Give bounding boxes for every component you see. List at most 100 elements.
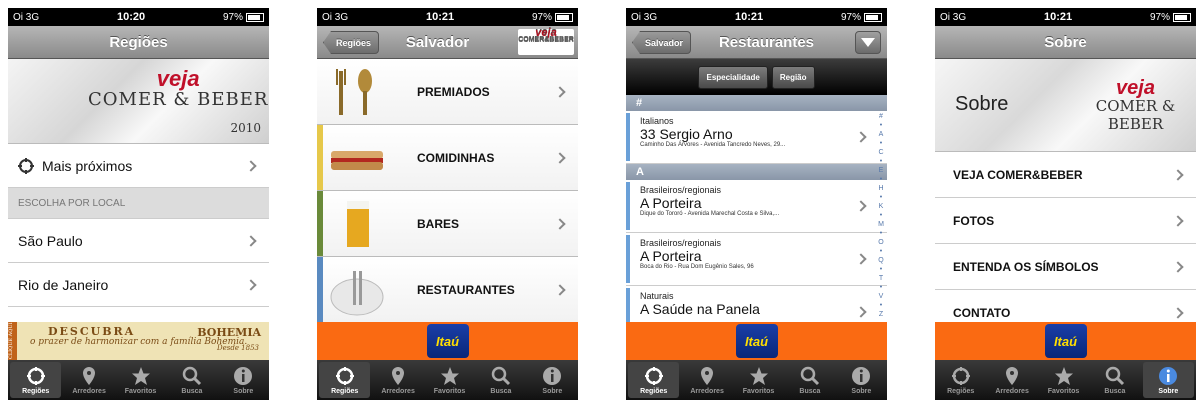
category-row[interactable]: PREMIADOS — [317, 59, 578, 125]
back-button[interactable]: Salvador — [632, 31, 692, 54]
segmented-control: Especialidade Região — [626, 59, 887, 95]
restaurant-row[interactable]: Brasileiros/regionais A Porteira Dique d… — [626, 180, 887, 233]
tab-favoritos[interactable]: Favoritos — [115, 360, 166, 400]
tab-bar: Regiões Arredores Favoritos Busca Sobre — [8, 360, 269, 400]
index-letter[interactable]: O — [876, 238, 886, 247]
index-letter[interactable]: • — [876, 283, 886, 292]
carrier-label: Oi 3G — [631, 11, 658, 23]
restaurant-name: A Porteira — [640, 195, 702, 211]
index-letter[interactable]: T — [876, 274, 886, 283]
veja-comer-beber-logo: veja COMER & BEBER — [88, 66, 269, 111]
category-color-stripe — [317, 257, 323, 322]
restaurant-address: Boca do Rio - Rua Dom Eugênio Sales, 96 — [640, 264, 754, 270]
index-letter[interactable]: M — [876, 220, 886, 229]
chevron-right-icon — [245, 278, 257, 291]
index-letter[interactable]: • — [876, 247, 886, 256]
index-letter[interactable]: • — [876, 265, 886, 274]
index-letter[interactable]: • — [876, 301, 886, 310]
nav-bar: Sobre — [935, 26, 1196, 59]
tab-regioes[interactable]: Regiões — [10, 362, 62, 398]
tab-regioes[interactable]: Regiões — [319, 362, 371, 398]
restaurant-row[interactable]: Italianos 33 Sergio Arno Caminho Das Árv… — [626, 111, 887, 164]
crosshair-icon — [26, 366, 45, 385]
info-icon — [852, 366, 871, 385]
index-letter[interactable]: • — [876, 211, 886, 220]
tab-sobre[interactable]: Sobre — [1142, 362, 1195, 398]
restaurant-category: Italianos — [640, 116, 674, 126]
nav-bar: Regiões — [8, 26, 269, 59]
page-title: Sobre — [1044, 33, 1087, 51]
nearby-row[interactable]: Mais próximos — [8, 144, 269, 188]
ad-since: Desde 1853 — [216, 344, 259, 352]
crosshair-icon — [951, 366, 970, 385]
sobre-item[interactable]: FOTOS — [935, 198, 1196, 244]
place-row[interactable]: São Paulo — [8, 219, 269, 263]
index-letter[interactable]: V — [876, 292, 886, 301]
category-color-stripe — [317, 125, 323, 190]
tab-arredores[interactable]: Arredores — [372, 360, 423, 400]
itau-logo: Itaú — [426, 324, 469, 358]
back-button[interactable]: Regiões — [323, 31, 380, 54]
place-row[interactable]: Rio de Janeiro — [8, 263, 269, 307]
index-letter[interactable]: • — [876, 121, 886, 130]
restaurant-category: Naturais — [640, 291, 674, 301]
tab-bar: Regiões Arredores Favoritos Busca Sobre — [935, 360, 1196, 400]
section-header: # — [626, 95, 887, 111]
tab-sobre[interactable]: Sobre — [836, 360, 887, 400]
tab-arredores[interactable]: Arredores — [986, 360, 1037, 400]
tab-arredores[interactable]: Arredores — [63, 360, 114, 400]
index-letter[interactable]: C — [876, 148, 886, 157]
sobre-item[interactable]: VEJA COMER&BEBER — [935, 152, 1196, 198]
index-letter[interactable]: E — [876, 166, 886, 175]
category-row[interactable]: BARES — [317, 191, 578, 257]
index-letter[interactable]: Q — [876, 256, 886, 265]
restaurant-row[interactable]: Brasileiros/regionais A Porteira Boca do… — [626, 233, 887, 286]
tab-arredores[interactable]: Arredores — [681, 360, 732, 400]
itau-logo: Itaú — [1044, 324, 1087, 358]
category-row[interactable]: RESTAURANTES — [317, 257, 578, 323]
status-bar: Oi 3G 10:21 97% — [935, 8, 1196, 26]
bohemia-ad-banner[interactable]: CLIQUE AQUI DESCUBRA o prazer de harmoni… — [8, 322, 269, 360]
banner-title: Sobre — [955, 93, 1009, 115]
index-letter[interactable]: • — [876, 139, 886, 148]
sobre-item[interactable]: ENTENDA OS SÍMBOLOS — [935, 244, 1196, 290]
index-letter[interactable]: # — [876, 112, 886, 121]
tab-busca[interactable]: Busca — [1089, 360, 1140, 400]
index-letter[interactable]: K — [876, 202, 886, 211]
carrier-label: Oi 3G — [940, 11, 967, 23]
itau-ad-banner[interactable]: Itaú — [317, 322, 578, 360]
tab-regioes[interactable]: Regiões — [935, 360, 986, 400]
tab-busca[interactable]: Busca — [784, 360, 835, 400]
segment-regiao[interactable]: Região — [771, 65, 815, 89]
index-letter[interactable]: Z — [876, 310, 886, 319]
tab-favoritos[interactable]: Favoritos — [733, 360, 784, 400]
category-label: BARES — [417, 216, 460, 231]
map-pin-icon — [1006, 366, 1019, 385]
index-letter[interactable]: • — [876, 193, 886, 202]
category-label: PREMIADOS — [417, 84, 490, 99]
itau-logo: Itaú — [735, 324, 778, 358]
filter-icon[interactable] — [855, 31, 881, 54]
tab-sobre[interactable]: Sobre — [527, 360, 578, 400]
index-letter[interactable]: H — [876, 184, 886, 193]
tab-sobre[interactable]: Sobre — [218, 360, 269, 400]
segment-especialidade[interactable]: Especialidade — [698, 65, 768, 89]
itau-ad-banner[interactable]: Itaú — [935, 322, 1196, 360]
tab-favoritos[interactable]: Favoritos — [424, 360, 475, 400]
index-letter[interactable]: • — [876, 229, 886, 238]
tab-busca[interactable]: Busca — [475, 360, 526, 400]
category-row[interactable]: COMIDINHAS — [317, 125, 578, 191]
index-letter[interactable]: • — [876, 157, 886, 166]
veja-comer-beber-logo: veja COMER&BEBER — [518, 28, 574, 55]
alphabet-index[interactable]: # • A • C • E • H • K • M • O • Q • T • V • Z — [876, 112, 886, 319]
star-icon — [440, 366, 459, 385]
tab-regioes[interactable]: Regiões — [628, 362, 680, 398]
tab-busca[interactable]: Busca — [166, 360, 217, 400]
sobre-item-label: ENTENDA OS SÍMBOLOS — [953, 259, 1099, 274]
index-letter[interactable]: A — [876, 130, 886, 139]
itau-ad-banner[interactable]: Itaú — [626, 322, 887, 360]
carrier-label: Oi 3G — [13, 11, 40, 23]
battery-icon — [246, 12, 264, 22]
index-letter[interactable]: • — [876, 175, 886, 184]
tab-favoritos[interactable]: Favoritos — [1038, 360, 1089, 400]
